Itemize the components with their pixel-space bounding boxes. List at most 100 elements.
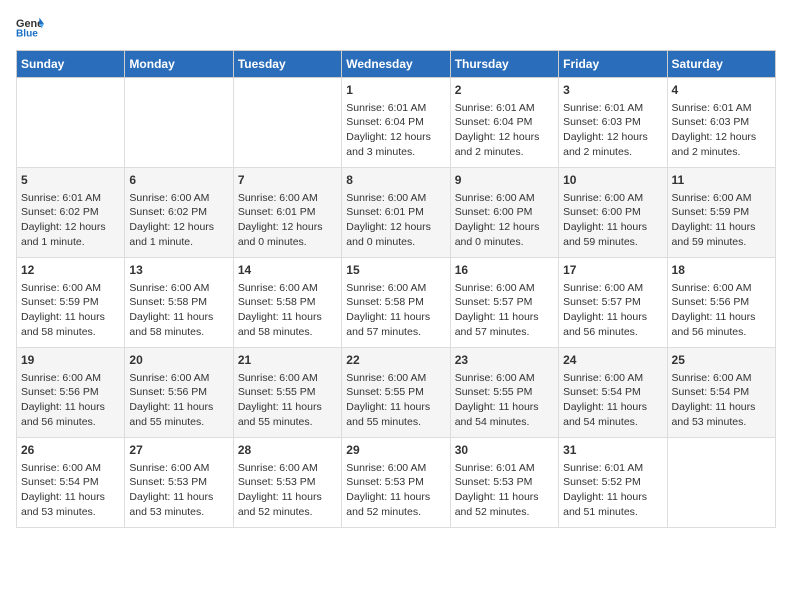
- calendar-week-row: 1 Sunrise: 6:01 AMSunset: 6:04 PMDaylight…: [17, 78, 776, 168]
- day-number: 26: [21, 442, 120, 459]
- calendar-day-cell: 25 Sunrise: 6:00 AMSunset: 5:54 PMDayligh…: [667, 348, 775, 438]
- weekday-header-cell: Thursday: [450, 51, 558, 78]
- day-number: 31: [563, 442, 662, 459]
- day-number: 20: [129, 352, 228, 369]
- calendar-day-cell: 31 Sunrise: 6:01 AMSunset: 5:52 PMDayligh…: [559, 438, 667, 528]
- calendar-day-cell: 26 Sunrise: 6:00 AMSunset: 5:54 PMDayligh…: [17, 438, 125, 528]
- day-info: Sunrise: 6:00 AMSunset: 6:01 PMDaylight:…: [346, 191, 445, 250]
- day-number: 7: [238, 172, 337, 189]
- calendar-day-cell: 9Sunrise: 6:00 AMSunset: 6:00 PMDaylight…: [450, 168, 558, 258]
- day-info: Sunrise: 6:00 AMSunset: 6:00 PMDaylight:…: [563, 191, 662, 250]
- calendar-day-cell: 16 Sunrise: 6:00 AMSunset: 5:57 PMDayligh…: [450, 258, 558, 348]
- calendar-body: 1 Sunrise: 6:01 AMSunset: 6:04 PMDaylight…: [17, 78, 776, 528]
- calendar-day-cell: 12 Sunrise: 6:00 AMSunset: 5:59 PMDayligh…: [17, 258, 125, 348]
- day-number: 13: [129, 262, 228, 279]
- day-info: Sunrise: 6:00 AMSunset: 5:57 PMDaylight:…: [563, 281, 662, 340]
- calendar-day-cell: [125, 78, 233, 168]
- day-info: Sunrise: 6:00 AMSunset: 5:54 PMDaylight:…: [21, 461, 120, 520]
- logo: General Blue: [16, 16, 48, 38]
- calendar-day-cell: 28 Sunrise: 6:00 AMSunset: 5:53 PMDayligh…: [233, 438, 341, 528]
- day-info: Sunrise: 6:00 AMSunset: 5:56 PMDaylight:…: [129, 371, 228, 430]
- day-info: Sunrise: 6:01 AMSunset: 5:53 PMDaylight:…: [455, 461, 554, 520]
- day-number: 24: [563, 352, 662, 369]
- day-number: 30: [455, 442, 554, 459]
- calendar-day-cell: 23 Sunrise: 6:00 AMSunset: 5:55 PMDayligh…: [450, 348, 558, 438]
- weekday-header-cell: Saturday: [667, 51, 775, 78]
- weekday-header-cell: Sunday: [17, 51, 125, 78]
- day-number: 28: [238, 442, 337, 459]
- calendar-day-cell: 10Sunrise: 6:00 AMSunset: 6:00 PMDayligh…: [559, 168, 667, 258]
- calendar-day-cell: 5 Sunrise: 6:01 AMSunset: 6:02 PMDaylight…: [17, 168, 125, 258]
- weekday-header-row: SundayMondayTuesdayWednesdayThursdayFrid…: [17, 51, 776, 78]
- calendar-day-cell: 4Sunrise: 6:01 AMSunset: 6:03 PMDaylight…: [667, 78, 775, 168]
- day-info: Sunrise: 6:00 AMSunset: 5:56 PMDaylight:…: [21, 371, 120, 430]
- day-info: Sunrise: 6:01 AMSunset: 5:52 PMDaylight:…: [563, 461, 662, 520]
- day-info: Sunrise: 6:00 AMSunset: 5:55 PMDaylight:…: [238, 371, 337, 430]
- day-info: Sunrise: 6:00 AMSunset: 5:59 PMDaylight:…: [672, 191, 771, 250]
- day-info: Sunrise: 6:01 AMSunset: 6:04 PMDaylight:…: [346, 101, 445, 160]
- calendar-week-row: 12 Sunrise: 6:00 AMSunset: 5:59 PMDayligh…: [17, 258, 776, 348]
- day-number: 23: [455, 352, 554, 369]
- day-info: Sunrise: 6:01 AMSunset: 6:03 PMDaylight:…: [672, 101, 771, 160]
- day-number: 2: [455, 82, 554, 99]
- calendar-day-cell: 22 Sunrise: 6:00 AMSunset: 5:55 PMDayligh…: [342, 348, 450, 438]
- page-header: General Blue: [16, 16, 776, 38]
- calendar-day-cell: 20 Sunrise: 6:00 AMSunset: 5:56 PMDayligh…: [125, 348, 233, 438]
- day-number: 25: [672, 352, 771, 369]
- calendar-day-cell: 11 Sunrise: 6:00 AMSunset: 5:59 PMDayligh…: [667, 168, 775, 258]
- day-number: 3: [563, 82, 662, 99]
- calendar-day-cell: 30 Sunrise: 6:01 AMSunset: 5:53 PMDayligh…: [450, 438, 558, 528]
- weekday-header-cell: Monday: [125, 51, 233, 78]
- day-number: 21: [238, 352, 337, 369]
- calendar-day-cell: 1 Sunrise: 6:01 AMSunset: 6:04 PMDaylight…: [342, 78, 450, 168]
- calendar-day-cell: 15Sunrise: 6:00 AMSunset: 5:58 PMDayligh…: [342, 258, 450, 348]
- day-info: Sunrise: 6:00 AMSunset: 5:57 PMDaylight:…: [455, 281, 554, 340]
- day-info: Sunrise: 6:00 AMSunset: 5:53 PMDaylight:…: [129, 461, 228, 520]
- calendar-week-row: 26 Sunrise: 6:00 AMSunset: 5:54 PMDayligh…: [17, 438, 776, 528]
- day-info: Sunrise: 6:00 AMSunset: 5:58 PMDaylight:…: [129, 281, 228, 340]
- day-info: Sunrise: 6:00 AMSunset: 5:59 PMDaylight:…: [21, 281, 120, 340]
- logo-icon: General Blue: [16, 16, 44, 38]
- weekday-header-cell: Tuesday: [233, 51, 341, 78]
- weekday-header-cell: Friday: [559, 51, 667, 78]
- calendar-day-cell: 3 Sunrise: 6:01 AMSunset: 6:03 PMDaylight…: [559, 78, 667, 168]
- calendar-day-cell: 14 Sunrise: 6:00 AMSunset: 5:58 PMDayligh…: [233, 258, 341, 348]
- day-info: Sunrise: 6:00 AMSunset: 5:54 PMDaylight:…: [563, 371, 662, 430]
- calendar-day-cell: 6Sunrise: 6:00 AMSunset: 6:02 PMDaylight…: [125, 168, 233, 258]
- calendar-day-cell: 24 Sunrise: 6:00 AMSunset: 5:54 PMDayligh…: [559, 348, 667, 438]
- day-number: 19: [21, 352, 120, 369]
- day-info: Sunrise: 6:00 AMSunset: 5:55 PMDaylight:…: [346, 371, 445, 430]
- day-info: Sunrise: 6:01 AMSunset: 6:03 PMDaylight:…: [563, 101, 662, 160]
- calendar-day-cell: 8 Sunrise: 6:00 AMSunset: 6:01 PMDaylight…: [342, 168, 450, 258]
- day-info: Sunrise: 6:00 AMSunset: 5:55 PMDaylight:…: [455, 371, 554, 430]
- calendar-day-cell: 21 Sunrise: 6:00 AMSunset: 5:55 PMDayligh…: [233, 348, 341, 438]
- calendar-week-row: 19 Sunrise: 6:00 AMSunset: 5:56 PMDayligh…: [17, 348, 776, 438]
- day-info: Sunrise: 6:00 AMSunset: 5:58 PMDaylight:…: [238, 281, 337, 340]
- day-number: 15: [346, 262, 445, 279]
- calendar-day-cell: 18Sunrise: 6:00 AMSunset: 5:56 PMDayligh…: [667, 258, 775, 348]
- day-number: 5: [21, 172, 120, 189]
- calendar-day-cell: 7 Sunrise: 6:00 AMSunset: 6:01 PMDaylight…: [233, 168, 341, 258]
- day-number: 16: [455, 262, 554, 279]
- day-info: Sunrise: 6:00 AMSunset: 5:53 PMDaylight:…: [238, 461, 337, 520]
- calendar-day-cell: 27Sunrise: 6:00 AMSunset: 5:53 PMDayligh…: [125, 438, 233, 528]
- day-info: Sunrise: 6:00 AMSunset: 6:00 PMDaylight:…: [455, 191, 554, 250]
- calendar-day-cell: [17, 78, 125, 168]
- day-info: Sunrise: 6:01 AMSunset: 6:04 PMDaylight:…: [455, 101, 554, 160]
- day-info: Sunrise: 6:00 AMSunset: 5:54 PMDaylight:…: [672, 371, 771, 430]
- day-number: 14: [238, 262, 337, 279]
- calendar-day-cell: 19 Sunrise: 6:00 AMSunset: 5:56 PMDayligh…: [17, 348, 125, 438]
- day-number: 17: [563, 262, 662, 279]
- weekday-header-cell: Wednesday: [342, 51, 450, 78]
- day-number: 1: [346, 82, 445, 99]
- day-number: 8: [346, 172, 445, 189]
- calendar-table: SundayMondayTuesdayWednesdayThursdayFrid…: [16, 50, 776, 528]
- day-number: 12: [21, 262, 120, 279]
- calendar-day-cell: 13 Sunrise: 6:00 AMSunset: 5:58 PMDayligh…: [125, 258, 233, 348]
- day-info: Sunrise: 6:00 AMSunset: 6:01 PMDaylight:…: [238, 191, 337, 250]
- day-info: Sunrise: 6:01 AMSunset: 6:02 PMDaylight:…: [21, 191, 120, 250]
- svg-text:Blue: Blue: [16, 28, 38, 38]
- day-number: 22: [346, 352, 445, 369]
- day-number: 11: [672, 172, 771, 189]
- calendar-day-cell: [667, 438, 775, 528]
